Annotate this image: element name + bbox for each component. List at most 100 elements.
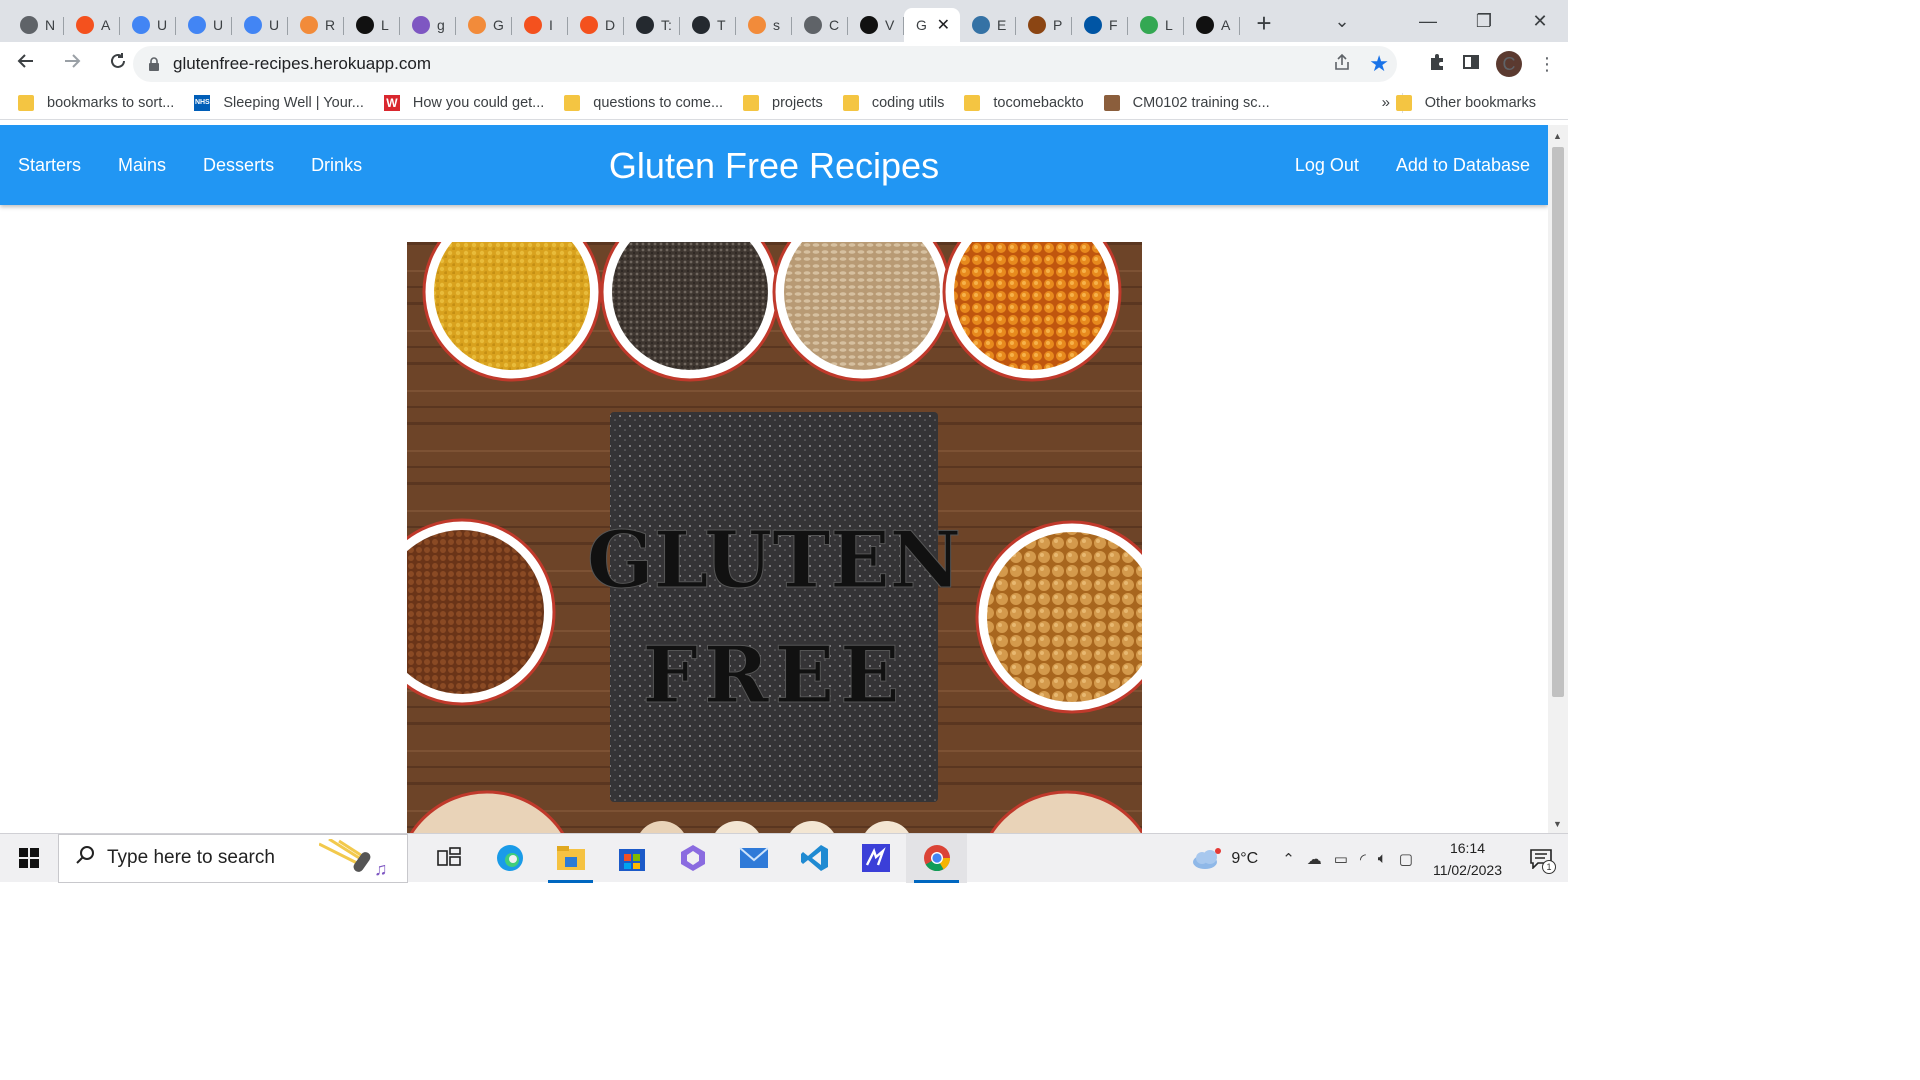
input-indicator-icon[interactable]: ▢: [1399, 850, 1413, 868]
mail-app[interactable]: [723, 834, 784, 883]
restore-button[interactable]: ❐: [1456, 11, 1512, 32]
forward-button[interactable]: [52, 52, 92, 76]
tab-title: N: [45, 17, 56, 33]
clock[interactable]: 16:14 11/02/2023: [1433, 837, 1502, 881]
window-controls: ⌄ — ❐ ✕: [1314, 0, 1568, 42]
tab[interactable]: P: [1016, 8, 1072, 42]
share-icon[interactable]: [1333, 53, 1351, 76]
bookmark-item[interactable]: projects: [743, 94, 823, 111]
nav-link-drinks[interactable]: Drinks: [311, 155, 362, 176]
tab[interactable]: U: [120, 8, 176, 42]
folder-icon: [1395, 94, 1412, 111]
task-view-button[interactable]: [418, 834, 479, 883]
wifi-icon[interactable]: ◜: [1360, 850, 1366, 868]
start-button[interactable]: [0, 834, 58, 883]
bookmarks-overflow-button[interactable]: »: [1382, 94, 1390, 111]
leaf-icon: [356, 16, 374, 34]
bookmark-item[interactable]: CM0102 training sc...: [1103, 94, 1270, 111]
file-explorer-app[interactable]: [540, 834, 601, 883]
onedrive-icon[interactable]: ☁: [1307, 850, 1322, 868]
task-view-icon: [436, 847, 461, 866]
tab-title: G: [493, 17, 504, 33]
taskbar-search-box[interactable]: Type here to search ♫: [58, 833, 408, 883]
tab-title: L: [381, 17, 389, 33]
g-icon: [748, 16, 766, 34]
tab-active[interactable]: G ✕: [904, 8, 960, 42]
nav-link-add-to-database[interactable]: Add to Database: [1396, 155, 1530, 176]
nav-link-mains[interactable]: Mains: [118, 155, 166, 176]
tab[interactable]: s: [736, 8, 792, 42]
bookmark-item[interactable]: bookmarks to sort...: [18, 94, 174, 111]
bookmark-item[interactable]: coding utils: [842, 94, 944, 111]
docs-icon: [188, 16, 206, 34]
tab[interactable]: g: [400, 8, 456, 42]
volume-icon[interactable]: 🔈︎: [1378, 850, 1387, 867]
reload-button[interactable]: [98, 52, 138, 76]
hexagon-app-icon: [680, 845, 705, 871]
folder-icon: [842, 94, 859, 111]
bookmark-item[interactable]: tocomebackto: [964, 94, 1084, 111]
tab[interactable]: A: [1184, 8, 1240, 42]
tab[interactable]: T: [680, 8, 736, 42]
tab[interactable]: T:: [624, 8, 680, 42]
g-icon: [468, 16, 486, 34]
edge-app[interactable]: [479, 834, 540, 883]
tab[interactable]: U: [232, 8, 288, 42]
tab[interactable]: L: [1128, 8, 1184, 42]
notification-center-button[interactable]: 1: [1524, 842, 1558, 876]
bookmark-item[interactable]: questions to come...: [564, 94, 723, 111]
other-bookmarks[interactable]: Other bookmarks: [1395, 94, 1536, 111]
menu-kebab-icon[interactable]: ⋮: [1538, 54, 1556, 75]
tab[interactable]: R: [288, 8, 344, 42]
new-tab-button[interactable]: +: [1244, 8, 1284, 39]
url-text[interactable]: glutenfree-recipes.herokuapp.com: [173, 54, 431, 74]
close-window-button[interactable]: ✕: [1512, 11, 1568, 32]
bookmark-item[interactable]: W How you could get...: [383, 94, 544, 111]
tab[interactable]: C: [792, 8, 848, 42]
tab[interactable]: U: [176, 8, 232, 42]
clock-time: 16:14: [1449, 839, 1485, 856]
copilot-app[interactable]: [662, 834, 723, 883]
bookmark-star-icon[interactable]: ★: [1369, 51, 1389, 77]
notification-badge: 1: [1542, 859, 1556, 874]
chrome-app[interactable]: [906, 833, 967, 883]
tab[interactable]: D: [568, 8, 624, 42]
folder-icon: [564, 94, 581, 111]
nav-link-starters[interactable]: Starters: [18, 155, 81, 176]
tab-title: I: [549, 17, 553, 33]
tab[interactable]: I: [512, 8, 568, 42]
bookmark-item[interactable]: NHS Sleeping Well | Your...: [194, 94, 364, 111]
dev-app[interactable]: [845, 834, 906, 883]
minimize-button[interactable]: —: [1400, 11, 1456, 32]
microsoft-store-app[interactable]: [601, 834, 662, 883]
side-panel-icon[interactable]: [1462, 53, 1480, 76]
back-button[interactable]: [6, 52, 46, 76]
battery-icon[interactable]: ▭: [1334, 850, 1348, 868]
nav-link-log-out[interactable]: Log Out: [1295, 155, 1359, 176]
tab[interactable]: A: [64, 8, 120, 42]
scrollbar-thumb[interactable]: [1552, 147, 1564, 697]
nav-right: Log Out Add to Database: [1295, 125, 1530, 205]
tab[interactable]: G: [456, 8, 512, 42]
tab[interactable]: E: [960, 8, 1016, 42]
scroll-down-arrow-icon[interactable]: ▼: [1553, 819, 1562, 829]
tab[interactable]: N: [8, 8, 64, 42]
tab[interactable]: V: [848, 8, 904, 42]
scroll-up-arrow-icon[interactable]: ▲: [1553, 131, 1562, 141]
lock-icon[interactable]: [147, 57, 161, 71]
arrow-right-icon: [65, 54, 81, 68]
extensions-puzzle-icon[interactable]: [1428, 53, 1446, 76]
page-scrollbar[interactable]: ▲ ▼: [1548, 125, 1568, 833]
tab[interactable]: L: [344, 8, 400, 42]
site-title-text[interactable]: Gluten Free Recipes: [609, 145, 939, 186]
profile-avatar[interactable]: C: [1496, 51, 1522, 77]
tab-search-icon[interactable]: ⌄: [1314, 11, 1370, 32]
weather-widget[interactable]: 9°C: [1191, 847, 1258, 870]
chevron-up-icon[interactable]: ⌃: [1282, 850, 1295, 868]
address-bar[interactable]: glutenfree-recipes.herokuapp.com ★: [133, 46, 1397, 82]
nav-link-desserts[interactable]: Desserts: [203, 155, 274, 176]
gluten-free-hero-image: GLUTEN FREE: [407, 242, 1142, 833]
vscode-app[interactable]: [784, 834, 845, 883]
tab[interactable]: F: [1072, 8, 1128, 42]
close-tab-icon[interactable]: ✕: [937, 15, 950, 35]
